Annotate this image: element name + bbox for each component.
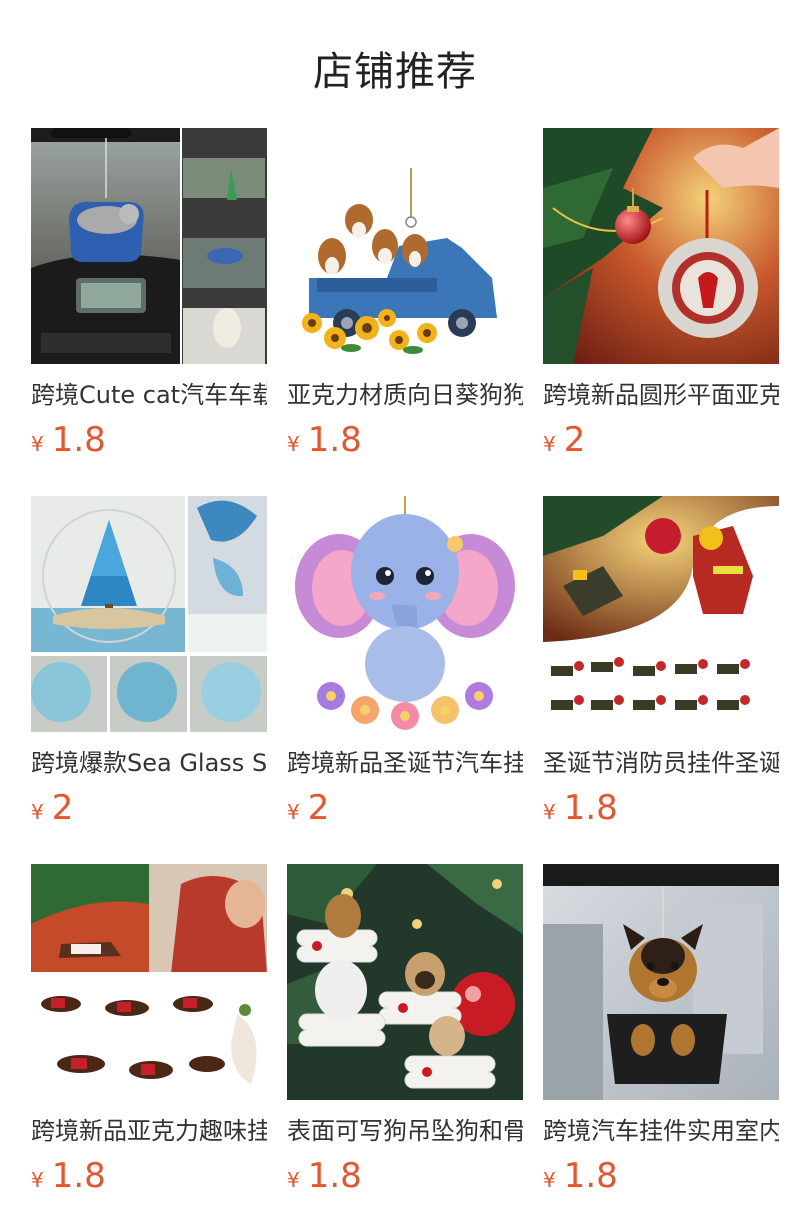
elephant-ornament-image[interactable] — [287, 496, 523, 732]
currency-symbol: ¥ — [543, 1168, 556, 1192]
price-amount: 2 — [51, 788, 74, 828]
product-card[interactable]: 跨境爆款Sea Glass Sun ¥ 2 — [31, 496, 267, 840]
product-card[interactable]: 跨境新品亚克力趣味挂件 ¥ 1.8 — [31, 864, 267, 1208]
price-amount: 1.8 — [563, 788, 618, 828]
product-card[interactable]: 跨境新品圣诞节汽车挂件 ¥ 2 — [287, 496, 523, 840]
product-title[interactable]: 跨境新品圣诞节汽车挂件 — [287, 746, 523, 780]
currency-symbol: ¥ — [543, 432, 556, 456]
dog-truck-sunflower-image[interactable] — [287, 128, 523, 364]
dog-bone-ornament-image[interactable] — [287, 864, 523, 1100]
product-price: ¥ 1.8 — [31, 420, 267, 460]
shepherd-dog-car-image[interactable] — [543, 864, 779, 1100]
currency-symbol: ¥ — [31, 432, 44, 456]
product-title[interactable]: 跨境爆款Sea Glass Sun — [31, 746, 267, 780]
product-price: ¥ 2 — [31, 788, 267, 828]
product-price: ¥ 2 — [287, 788, 523, 828]
product-card[interactable]: 跨境新品圆形平面亚克力挂件 ¥ 2 — [543, 128, 779, 472]
product-title[interactable]: 跨境汽车挂件实用室内挂件 — [543, 1114, 779, 1148]
price-amount: 1.8 — [51, 1156, 106, 1196]
currency-symbol: ¥ — [287, 800, 300, 824]
page-title: 店铺推荐 — [313, 49, 477, 95]
price-amount: 2 — [307, 788, 330, 828]
price-amount: 1.8 — [307, 1156, 362, 1196]
currency-symbol: ¥ — [31, 1168, 44, 1192]
currency-symbol: ¥ — [287, 1168, 300, 1192]
product-card[interactable]: 圣诞节消防员挂件圣诞树 ¥ 1.8 — [543, 496, 779, 840]
product-title[interactable]: 亚克力材质向日葵狗狗挂件 — [287, 378, 523, 412]
product-card[interactable]: 跨境汽车挂件实用室内挂件 ¥ 1.8 — [543, 864, 779, 1208]
firefighter-ornament-image[interactable] — [543, 496, 779, 732]
product-grid: 跨境Cute cat汽车车载挂件 ¥ 1.8 — [31, 128, 779, 1208]
product-price: ¥ 2 — [543, 420, 779, 460]
product-price: ¥ 1.8 — [287, 1156, 523, 1196]
product-price: ¥ 1.8 — [31, 1156, 267, 1196]
product-price: ¥ 1.8 — [543, 788, 779, 828]
product-card[interactable]: 亚克力材质向日葵狗狗挂件 ¥ 1.8 — [287, 128, 523, 472]
product-price: ¥ 1.8 — [287, 420, 523, 460]
product-title[interactable]: 圣诞节消防员挂件圣诞树 — [543, 746, 779, 780]
currency-symbol: ¥ — [287, 432, 300, 456]
product-price: ¥ 1.8 — [543, 1156, 779, 1196]
dachshund-ornament-image[interactable] — [31, 864, 267, 1100]
price-amount: 1.8 — [51, 420, 106, 460]
header: 店铺推荐 — [0, 0, 790, 128]
store-recommendations-page: 店铺推荐 跨境Cute cat汽车车载 ¥ 1.8 亚克力材质向日葵狗狗 ¥ 1… — [0, 0, 790, 1232]
cat-car-ornament-image[interactable] — [31, 128, 267, 364]
price-amount: 1.8 — [307, 420, 362, 460]
product-card[interactable]: 跨境Cute cat汽车车载挂件 ¥ 1.8 — [31, 128, 267, 472]
price-amount: 1.8 — [563, 1156, 618, 1196]
product-title[interactable]: 跨境新品圆形平面亚克力挂件 — [543, 378, 779, 412]
sea-glass-tree-image[interactable] — [31, 496, 267, 732]
product-title[interactable]: 跨境新品亚克力趣味挂件 — [31, 1114, 267, 1148]
product-card[interactable]: 表面可写狗吊坠狗和骨头 ¥ 1.8 — [287, 864, 523, 1208]
product-title[interactable]: 跨境Cute cat汽车车载挂件 — [31, 378, 267, 412]
currency-symbol: ¥ — [31, 800, 44, 824]
cardinal-bauble-image[interactable] — [543, 128, 779, 364]
price-amount: 2 — [563, 420, 586, 460]
product-title[interactable]: 表面可写狗吊坠狗和骨头 — [287, 1114, 523, 1148]
currency-symbol: ¥ — [543, 800, 556, 824]
